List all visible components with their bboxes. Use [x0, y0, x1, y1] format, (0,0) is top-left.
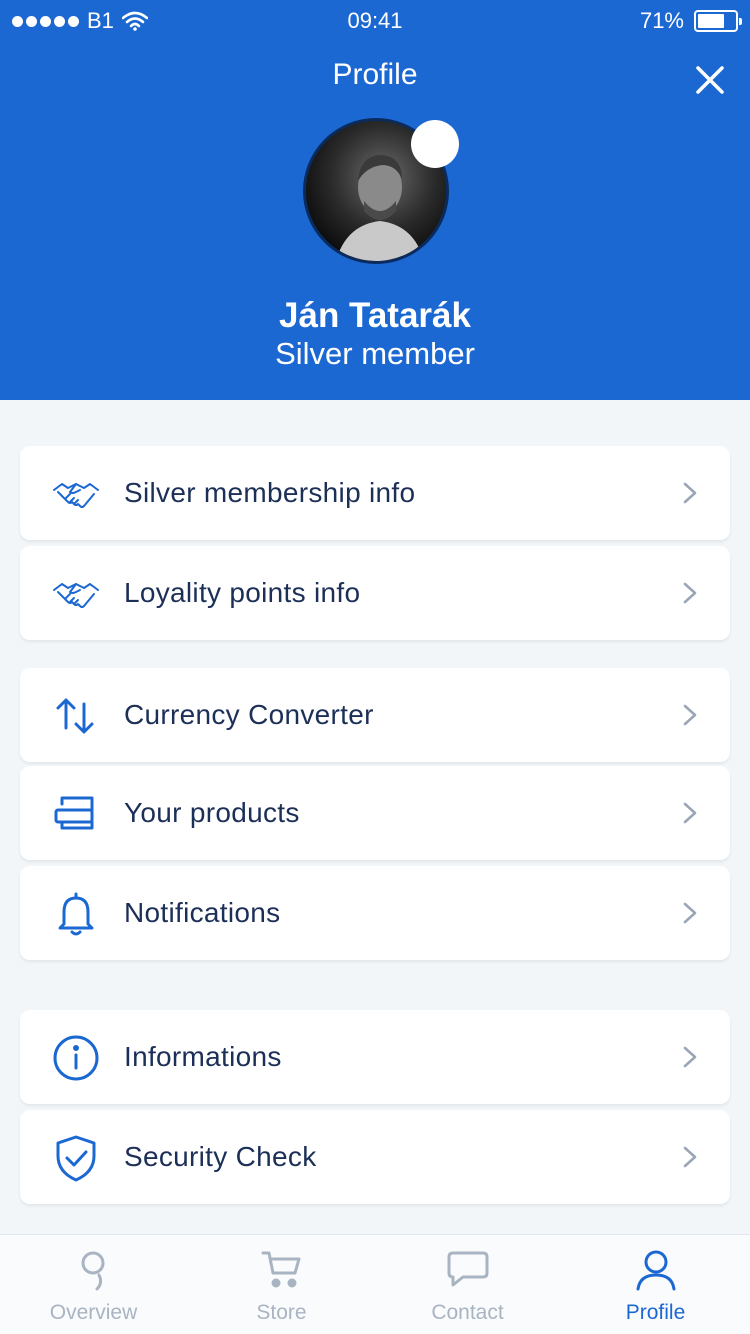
shield-check-icon — [56, 1135, 96, 1182]
tab-label: Overview — [49, 1301, 138, 1324]
menu-item-label: Currency Converter — [124, 699, 374, 730]
close-icon[interactable] — [690, 60, 730, 100]
menu-item-notifications[interactable]: Notifications — [20, 866, 730, 960]
avatar[interactable] — [303, 118, 459, 264]
chevron-right-icon — [683, 1146, 697, 1168]
profile-header: B1 09:41 71% Profile Ján Tatarák Silver … — [0, 0, 750, 400]
status-right: 71% — [639, 8, 742, 34]
chevron-right-icon — [683, 704, 697, 726]
battery-fill — [698, 14, 724, 28]
chevron-right-icon — [683, 482, 697, 504]
tab-label: Contact — [431, 1301, 504, 1324]
battery-icon — [694, 10, 742, 32]
menu-item-label: Your products — [124, 797, 300, 828]
swap-arrows-icon — [56, 698, 94, 734]
menu-item-label: Silver membership info — [124, 477, 416, 508]
tab-contact[interactable]: Contact — [374, 1235, 561, 1334]
user-icon — [636, 1250, 676, 1291]
tab-overview[interactable]: Overview — [0, 1235, 187, 1334]
handshake-icon — [53, 483, 99, 508]
chevron-right-icon — [683, 902, 697, 924]
page-title: Profile — [332, 58, 418, 91]
menu-item-loyalty-points-info[interactable]: Loyality points info — [20, 546, 730, 640]
bell-icon — [58, 892, 94, 936]
tab-profile[interactable]: Profile — [562, 1235, 749, 1334]
menu-item-label: Security Check — [124, 1141, 317, 1172]
user-name: Ján Tatarák — [279, 296, 471, 335]
handshake-icon — [53, 583, 99, 608]
avatar-status-indicator — [411, 120, 459, 168]
tab-store[interactable]: Store — [188, 1235, 375, 1334]
menu-item-your-products[interactable]: Your products — [20, 766, 730, 860]
battery-percent: 71% — [639, 8, 684, 33]
tab-label: Profile — [625, 1301, 686, 1324]
overview-icon — [81, 1251, 105, 1291]
menu-item-label: Informations — [124, 1041, 282, 1072]
bottom-tab-bar: Overview Store Contact Profile — [0, 1234, 750, 1334]
menu-item-informations[interactable]: Informations — [20, 1010, 730, 1104]
membership-tier: Silver member — [275, 336, 475, 371]
menu-item-silver-membership-info[interactable]: Silver membership info — [20, 446, 730, 540]
info-icon — [53, 1035, 99, 1081]
status-bar: B1 09:41 71% — [0, 0, 750, 40]
chevron-right-icon — [683, 582, 697, 604]
chat-bubble-icon — [447, 1251, 489, 1287]
chevron-right-icon — [683, 802, 697, 824]
menu-item-label: Notifications — [124, 897, 281, 928]
cart-icon — [261, 1251, 301, 1288]
status-time: 09:41 — [347, 8, 403, 33]
chevron-right-icon — [683, 1046, 697, 1068]
menu-item-security-check[interactable]: Security Check — [20, 1110, 730, 1204]
menu-item-currency-converter[interactable]: Currency Converter — [20, 668, 730, 762]
menu-item-label: Loyality points info — [124, 577, 361, 608]
tab-label: Store — [256, 1301, 307, 1324]
products-icon — [54, 796, 94, 830]
